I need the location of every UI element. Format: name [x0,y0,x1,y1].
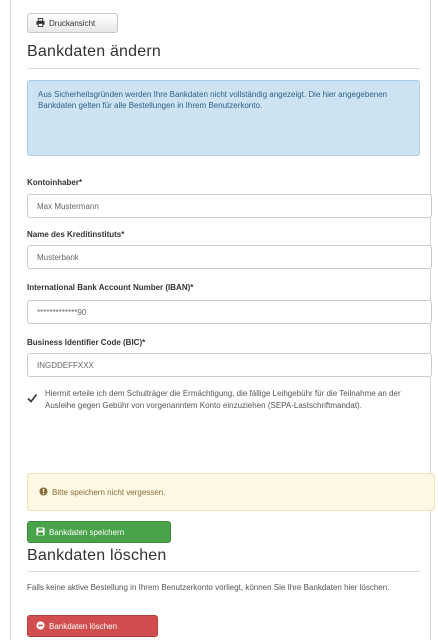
delete-bank-data-label: Bankdaten löschen [49,621,118,631]
bic-label: Business Identifier Code (BIC)* [27,338,146,347]
bank-name-value: Musterbank [37,252,79,262]
save-reminder-text: Bitte speichern nicht vergessen. [52,487,166,497]
account-holder-value: Max Mustermann [37,201,99,211]
sepa-mandate-text: Hiermit erteile ich dem Schulträger die … [45,389,401,410]
heading-divider [27,68,420,69]
delete-info-text: Falls keine aktive Bestellung in Ihrem B… [27,583,390,592]
delete-bank-data-heading: Bankdaten löschen [27,547,167,564]
security-info-alert: Aus Sicherheitsgründen werden Ihre Bankd… [27,80,420,156]
change-bank-data-heading: Bankdaten ändern [27,43,161,60]
minus-circle-icon [36,620,45,632]
save-bank-data-button[interactable]: Bankdaten speichern [27,521,171,543]
bank-name-input[interactable]: Musterbank [27,245,432,269]
save-reminder-alert: Bitte speichern nicht vergessen. [27,473,435,511]
floppy-disk-icon [36,526,45,538]
printer-icon [36,17,45,29]
save-bank-data-label: Bankdaten speichern [49,527,125,537]
exclamation-circle-icon [39,486,48,498]
bank-name-label: Name des Kreditinstituts* [27,230,125,239]
iban-value: *************90 [37,307,87,317]
iban-input[interactable]: *************90 [27,300,432,324]
print-view-button[interactable]: Druckansicht [27,13,118,33]
bic-value: INGDDEFFXXX [37,360,94,370]
delete-heading-divider [27,571,420,572]
checkmark-icon[interactable] [27,390,38,403]
delete-bank-data-button[interactable]: Bankdaten löschen [27,615,158,637]
account-holder-label: Kontoinhaber* [27,178,83,187]
iban-label: International Bank Account Number (IBAN)… [27,283,194,292]
account-holder-input[interactable]: Max Mustermann [27,194,432,218]
bic-input[interactable]: INGDDEFFXXX [27,353,432,377]
security-info-text: Aus Sicherheitsgründen werden Ihre Bankd… [38,90,388,110]
sepa-mandate-row: Hiermit erteile ich dem Schulträger die … [27,388,422,411]
print-view-label: Druckansicht [49,18,96,28]
